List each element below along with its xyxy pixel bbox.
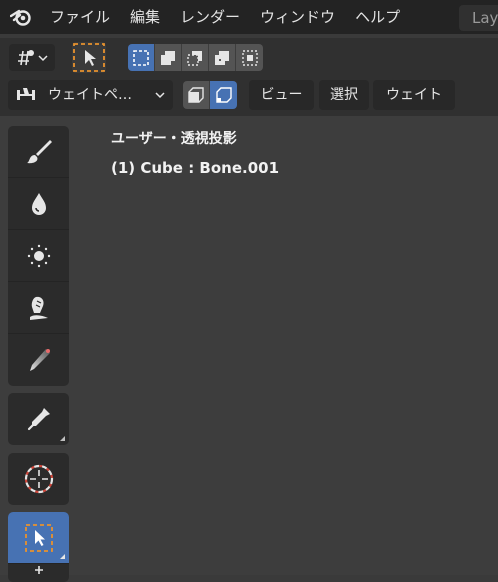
cursor-select-box-icon xyxy=(73,43,105,72)
vertex-mask-toggle[interactable] xyxy=(210,81,237,109)
menu-help[interactable]: ヘルプ xyxy=(345,0,410,34)
paint-tools-group xyxy=(8,126,69,386)
tool-next[interactable] xyxy=(8,564,69,582)
menu-edit[interactable]: 編集 xyxy=(120,0,170,34)
blender-logo-icon[interactable] xyxy=(10,6,32,28)
selection-mode-group xyxy=(128,44,263,71)
select-extend-icon xyxy=(161,50,175,65)
select-tool-button[interactable] xyxy=(72,42,106,73)
view-name-label: ユーザー・透視投影 xyxy=(111,131,237,147)
face-mask-toggle[interactable] xyxy=(183,81,210,109)
smear-finger-icon xyxy=(29,296,48,320)
mode-intersect-button[interactable] xyxy=(236,44,263,71)
select-subtract-icon xyxy=(187,50,202,66)
mode-label: ウェイトペ… xyxy=(48,87,132,103)
menu-window[interactable]: ウィンドウ xyxy=(250,0,345,34)
mode-extend-button[interactable] xyxy=(155,44,182,71)
select-invert-icon xyxy=(215,50,229,65)
menu-render[interactable]: レンダー xyxy=(170,0,250,34)
average-dots-icon xyxy=(27,244,50,267)
brush-icon xyxy=(26,139,52,163)
mode-invert-button[interactable] xyxy=(209,44,236,71)
select-box-icon xyxy=(24,523,53,552)
workspace-tab-layout[interactable]: Lay xyxy=(459,5,498,31)
menu-view[interactable]: ビュー xyxy=(249,80,314,110)
3d-viewport[interactable] xyxy=(0,116,498,575)
chevron-down-icon xyxy=(38,54,48,61)
tool-gradient[interactable] xyxy=(8,334,69,386)
sample-tools-group xyxy=(8,393,69,445)
menu-file[interactable]: ファイル xyxy=(40,0,120,34)
object-info-label: (1) Cube : Bone.001 xyxy=(111,159,280,177)
gradient-icon xyxy=(29,349,50,371)
tool-sample-weight[interactable] xyxy=(8,393,69,445)
menu-weights[interactable]: ウェイト xyxy=(373,80,455,110)
editor-type-dropdown[interactable] xyxy=(9,44,55,71)
eyedropper-icon xyxy=(27,408,50,431)
mode-subtract-button[interactable] xyxy=(182,44,209,71)
tool-options-indicator xyxy=(60,436,65,441)
viewport-icon xyxy=(18,49,34,65)
menu-select[interactable]: 選択 xyxy=(319,80,369,110)
chevron-down-icon xyxy=(155,92,165,99)
mode-dropdown[interactable]: ウェイトペ… xyxy=(8,80,173,110)
select-tools-group xyxy=(8,512,69,582)
tool-select-box[interactable] xyxy=(8,512,69,564)
droplet-icon xyxy=(31,192,46,215)
tool-smear[interactable] xyxy=(8,282,69,334)
top-menu-bar: ファイル 編集 レンダー ウィンドウ ヘルプ Lay xyxy=(0,0,498,34)
vertex-mask-icon xyxy=(215,87,232,103)
tool-options-indicator xyxy=(60,554,65,559)
partial-tool-icon xyxy=(34,566,43,574)
mode-set-button[interactable] xyxy=(128,44,155,71)
cursor-tools-group xyxy=(8,453,69,505)
face-mask-icon xyxy=(188,87,204,103)
tool-cursor[interactable] xyxy=(8,453,69,505)
tool-draw[interactable] xyxy=(8,126,69,178)
3d-cursor-icon xyxy=(24,464,53,494)
mask-toggle-group xyxy=(183,81,237,109)
weight-paint-mode-icon xyxy=(17,88,35,100)
select-intersect-icon xyxy=(241,49,258,66)
tool-average[interactable] xyxy=(8,230,69,282)
tool-blur[interactable] xyxy=(8,178,69,230)
select-set-icon xyxy=(133,49,149,66)
